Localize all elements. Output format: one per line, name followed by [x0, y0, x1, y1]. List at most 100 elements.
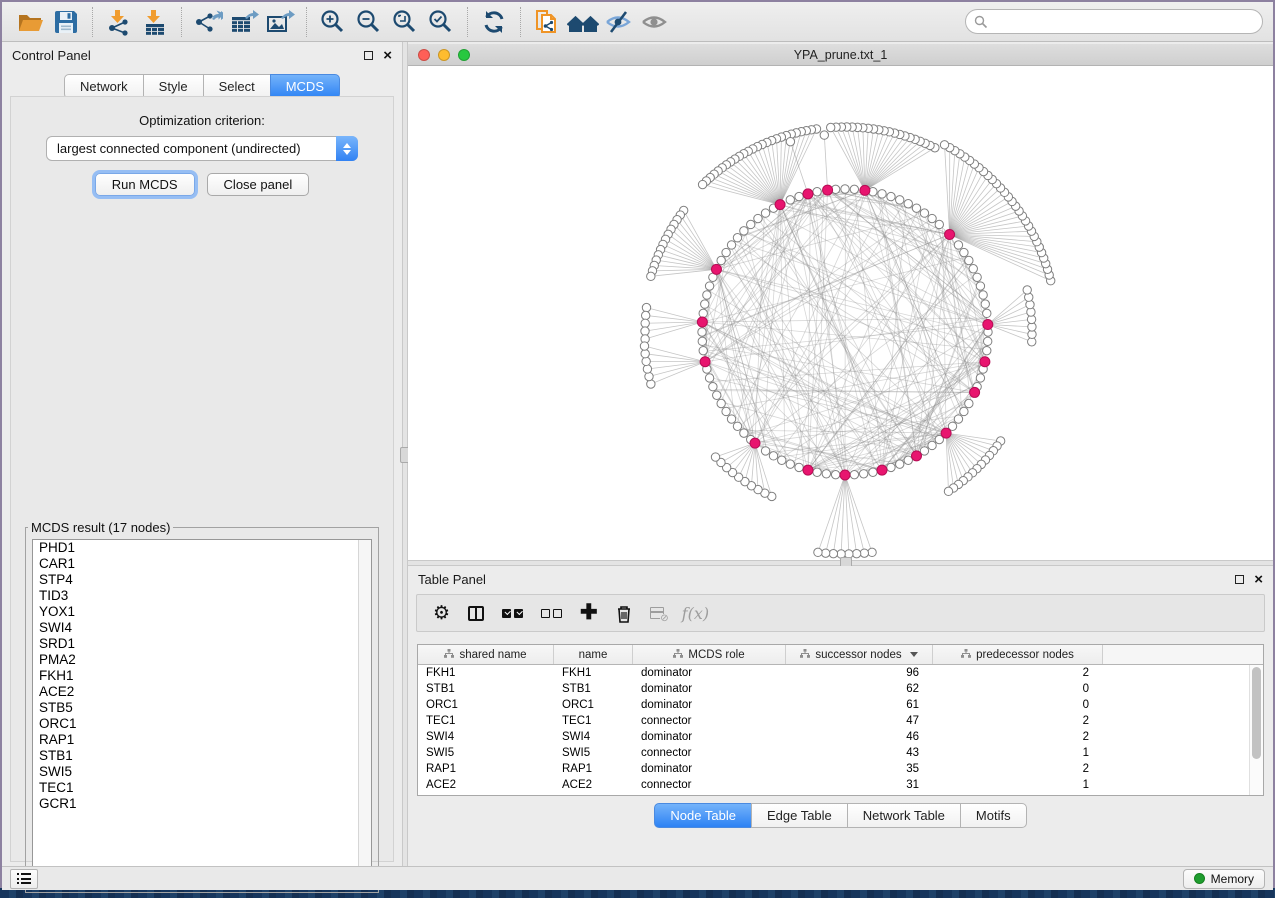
export-image-icon[interactable]: [262, 6, 298, 38]
float-table-panel-icon[interactable]: [1235, 575, 1244, 584]
table-row[interactable]: FKH1FKH1dominator962: [418, 665, 1263, 681]
column-header-shared-name[interactable]: shared name: [418, 645, 554, 664]
table-cell: YOX1: [554, 793, 633, 796]
table-row[interactable]: SWI5SWI5connector431: [418, 745, 1263, 761]
column-header-MCDS-role[interactable]: MCDS role: [633, 645, 786, 664]
table-cell: SWI5: [418, 745, 554, 761]
run-mcds-button[interactable]: Run MCDS: [95, 173, 195, 196]
mcds-result-item[interactable]: FKH1: [33, 668, 371, 684]
network-and-table-area: YPA_prune.txt_1 Table Panel × ⚙: [408, 42, 1273, 866]
gear-icon[interactable]: ⚙: [433, 602, 450, 624]
table-scrollbar-thumb[interactable]: [1252, 667, 1261, 759]
table-cell: STB1: [554, 681, 633, 697]
mcds-result-item[interactable]: STB1: [33, 748, 371, 764]
table-cell: 43: [786, 745, 933, 761]
table-scrollbar[interactable]: [1249, 665, 1263, 795]
zoom-in-icon[interactable]: [315, 6, 351, 38]
mcds-result-item[interactable]: GCR1: [33, 796, 371, 812]
refresh-icon[interactable]: [476, 6, 512, 38]
column-label: name: [579, 649, 608, 661]
search-icon: [974, 15, 988, 29]
first-neighbors-icon[interactable]: [565, 6, 601, 38]
column-header-predecessor-nodes[interactable]: predecessor nodes: [933, 645, 1103, 664]
zoom-out-icon[interactable]: [351, 6, 387, 38]
network-graph[interactable]: [408, 66, 1275, 560]
mcds-result-item[interactable]: CAR1: [33, 556, 371, 572]
import-table-icon[interactable]: [137, 6, 173, 38]
mcds-result-item[interactable]: TEC1: [33, 780, 371, 796]
close-panel-icon[interactable]: ×: [383, 51, 392, 60]
column-header-successor-nodes[interactable]: successor nodes: [786, 645, 933, 664]
search-input[interactable]: [965, 9, 1263, 34]
list-button[interactable]: [10, 869, 38, 889]
mcds-result-item[interactable]: PHD1: [33, 540, 371, 556]
table-tab-edge-table[interactable]: Edge Table: [751, 803, 848, 828]
table-cell: 0: [933, 681, 1103, 697]
delete-column-icon[interactable]: [616, 604, 632, 623]
column-header-name[interactable]: name: [554, 645, 633, 664]
table-cell: 1: [933, 745, 1103, 761]
column-label: MCDS role: [688, 649, 744, 661]
split-columns-icon[interactable]: [468, 606, 484, 621]
hide-selected-icon[interactable]: [601, 6, 637, 38]
zoom-fit-icon[interactable]: [387, 6, 423, 38]
table-cell: ACE2: [418, 777, 554, 793]
zoom-selected-icon[interactable]: [423, 6, 459, 38]
save-icon[interactable]: [48, 6, 84, 38]
show-all-icon[interactable]: [637, 6, 673, 38]
mcds-result-item[interactable]: YOX1: [33, 604, 371, 620]
close-table-panel-icon[interactable]: ×: [1254, 575, 1263, 584]
mcds-result-item[interactable]: TID3: [33, 588, 371, 604]
table-cell: dominator: [633, 761, 786, 777]
table-cell: SWI5: [554, 745, 633, 761]
table-row[interactable]: ACE2ACE2connector311: [418, 777, 1263, 793]
table-cell: 1: [933, 793, 1103, 796]
table-tab-node-table[interactable]: Node Table: [654, 803, 752, 828]
duplicate-network-icon[interactable]: [529, 6, 565, 38]
toolbar-separator: [181, 7, 182, 37]
table-row[interactable]: YOX1YOX1connector291: [418, 793, 1263, 796]
open-icon[interactable]: [12, 6, 48, 38]
mcds-result-item[interactable]: SWI5: [33, 764, 371, 780]
network-window-titlebar: YPA_prune.txt_1: [408, 44, 1273, 66]
table-cell: SWI4: [554, 729, 633, 745]
table-row[interactable]: STB1STB1dominator620: [418, 681, 1263, 697]
network-canvas[interactable]: [408, 66, 1273, 560]
select-stepper-icon: [336, 136, 358, 161]
mcds-result-item[interactable]: SWI4: [33, 620, 371, 636]
table-tab-network-table[interactable]: Network Table: [847, 803, 961, 828]
criterion-select[interactable]: largest connected component (undirected): [46, 136, 358, 161]
table-cell: 96: [786, 665, 933, 681]
mcds-result-item[interactable]: PMA2: [33, 652, 371, 668]
table-row[interactable]: RAP1RAP1dominator352: [418, 761, 1263, 777]
table-cell: 29: [786, 793, 933, 796]
close-panel-button[interactable]: Close panel: [207, 173, 310, 196]
table-tab-motifs[interactable]: Motifs: [960, 803, 1027, 828]
memory-button[interactable]: Memory: [1183, 869, 1265, 889]
table-row[interactable]: SWI4SWI4dominator462: [418, 729, 1263, 745]
mcds-result-item[interactable]: ORC1: [33, 716, 371, 732]
table-cell: 62: [786, 681, 933, 697]
table-cell-empty: [1103, 665, 1263, 681]
select-all-icon[interactable]: [502, 609, 523, 618]
table-row[interactable]: TEC1TEC1connector472: [418, 713, 1263, 729]
export-network-icon[interactable]: [190, 6, 226, 38]
export-table-icon[interactable]: [226, 6, 262, 38]
deselect-all-icon[interactable]: [541, 609, 562, 618]
mcds-result-item[interactable]: STP4: [33, 572, 371, 588]
mcds-result-list[interactable]: PHD1CAR1STP4TID3YOX1SWI4SRD1PMA2FKH1ACE2…: [32, 539, 372, 886]
table-cell: 35: [786, 761, 933, 777]
table-cell: RAP1: [418, 761, 554, 777]
mcds-result-item[interactable]: SRD1: [33, 636, 371, 652]
mcds-result-item[interactable]: ACE2: [33, 684, 371, 700]
table-row[interactable]: ORC1ORC1dominator610: [418, 697, 1263, 713]
table-cell: ORC1: [418, 697, 554, 713]
mcds-result-item[interactable]: STB5: [33, 700, 371, 716]
table-cell: FKH1: [418, 665, 554, 681]
mcds-list-scrollbar[interactable]: [358, 540, 371, 885]
add-column-icon[interactable]: ✚: [580, 603, 598, 623]
float-panel-icon[interactable]: [364, 51, 373, 60]
table-cell: dominator: [633, 697, 786, 713]
mcds-result-item[interactable]: RAP1: [33, 732, 371, 748]
import-network-icon[interactable]: [101, 6, 137, 38]
